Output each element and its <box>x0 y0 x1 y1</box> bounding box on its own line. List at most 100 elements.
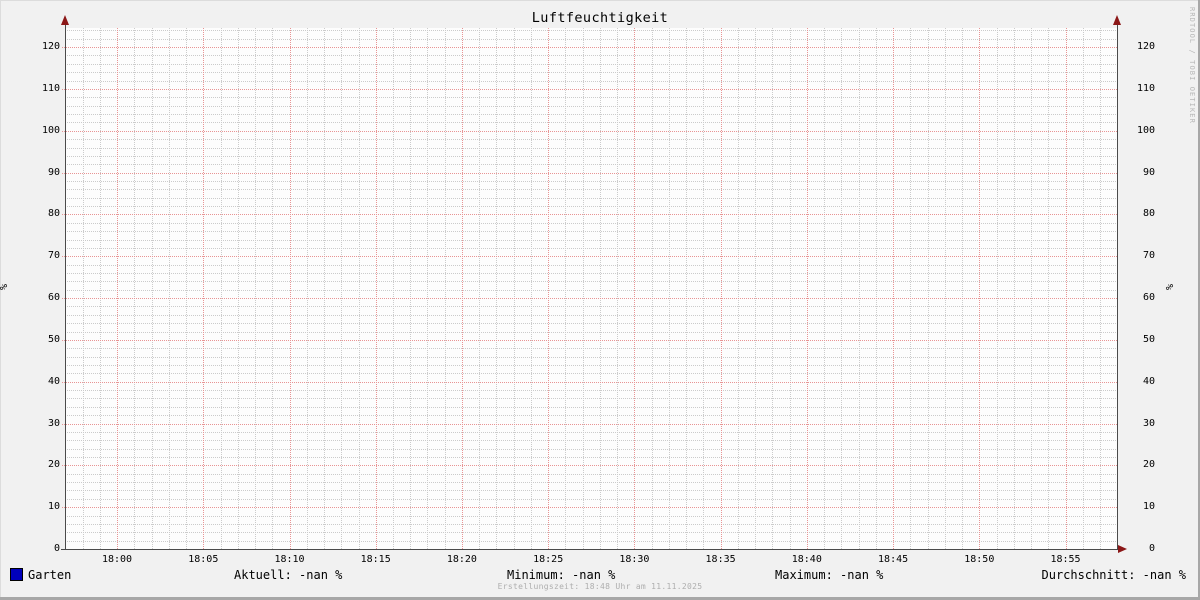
grid-minor-h <box>65 474 1117 475</box>
y-axis-arrow-left <box>61 15 69 25</box>
y-axis-label-left: 110 <box>18 84 60 94</box>
grid-minor-v <box>272 28 273 549</box>
y-axis-label-left: 10 <box>18 502 60 512</box>
grid-minor-v <box>962 28 963 549</box>
grid-major-h <box>62 47 1117 48</box>
grid-minor-v <box>134 28 135 549</box>
grid-minor-h <box>65 206 1117 207</box>
x-axis-label: 18:55 <box>1041 554 1091 565</box>
grid-minor-h <box>65 223 1117 224</box>
grid-minor-h <box>65 265 1117 266</box>
grid-minor-v <box>496 28 497 549</box>
grid-minor-v <box>928 28 929 549</box>
grid-minor-v <box>255 28 256 549</box>
grid-major-v <box>634 28 635 549</box>
grid-minor-h <box>65 332 1117 333</box>
grid-minor-h <box>65 122 1117 123</box>
grid-minor-h <box>65 449 1117 450</box>
stat-maximum: Maximum: -nan % <box>775 568 883 582</box>
x-axis-label: 18:05 <box>178 554 228 565</box>
grid-minor-h <box>65 323 1117 324</box>
grid-major-v <box>462 28 463 549</box>
grid-minor-h <box>65 532 1117 533</box>
grid-minor-h <box>65 398 1117 399</box>
grid-major-v <box>290 28 291 549</box>
grid-minor-h <box>65 440 1117 441</box>
y-axis-label-left: 100 <box>18 126 60 136</box>
y-axis-label-right: 80 <box>1123 209 1155 219</box>
x-axis-label: 18:45 <box>868 554 918 565</box>
grid-minor-h <box>65 524 1117 525</box>
grid-major-h <box>62 340 1117 341</box>
grid-major-v <box>376 28 377 549</box>
grid-minor-v <box>669 28 670 549</box>
grid-minor-h <box>65 181 1117 182</box>
grid-minor-v <box>1014 28 1015 549</box>
grid-minor-v <box>841 28 842 549</box>
legend: Garten Aktuell: -nan % Minimum: -nan % M… <box>0 568 1200 582</box>
grid-major-h <box>62 173 1117 174</box>
grid-minor-v <box>617 28 618 549</box>
y-axis-label-right: 10 <box>1123 502 1155 512</box>
y-axis-label-right: 100 <box>1123 126 1155 136</box>
grid-minor-v <box>945 28 946 549</box>
grid-minor-v <box>600 28 601 549</box>
grid-major-h <box>62 507 1117 508</box>
grid-minor-h <box>65 189 1117 190</box>
grid-minor-v <box>824 28 825 549</box>
y-axis-label-right: 120 <box>1123 42 1155 52</box>
grid-minor-v <box>997 28 998 549</box>
grid-minor-v <box>359 28 360 549</box>
grid-minor-v <box>427 28 428 549</box>
grid-major-v <box>721 28 722 549</box>
grid-minor-h <box>65 81 1117 82</box>
grid-minor-v <box>755 28 756 549</box>
chart-title: Luftfeuchtigkeit <box>0 10 1200 26</box>
grid-minor-v <box>876 28 877 549</box>
grid-minor-h <box>65 357 1117 358</box>
y-axis-label-left: 120 <box>18 42 60 52</box>
grid-minor-h <box>65 39 1117 40</box>
rrdtool-watermark: RRDTOOL / TOBI OETIKER <box>1188 7 1196 124</box>
grid-minor-v <box>152 28 153 549</box>
grid-minor-h <box>65 64 1117 65</box>
grid-minor-h <box>65 315 1117 316</box>
grid-minor-h <box>65 541 1117 542</box>
grid-major-h <box>62 256 1117 257</box>
grid-minor-v <box>772 28 773 549</box>
y-axis-label-right: 60 <box>1123 293 1155 303</box>
grid-minor-v <box>83 28 84 549</box>
x-axis-label: 18:50 <box>954 554 1004 565</box>
grid-minor-h <box>65 365 1117 366</box>
grid-minor-h <box>65 432 1117 433</box>
grid-minor-h <box>65 499 1117 500</box>
x-axis-label: 18:30 <box>609 554 659 565</box>
y-axis-label-left: 60 <box>18 293 60 303</box>
grid-major-h <box>62 424 1117 425</box>
grid-minor-h <box>65 231 1117 232</box>
x-axis-label: 18:00 <box>92 554 142 565</box>
y-axis-unit-left: % <box>0 284 11 290</box>
y-axis-label-right: 30 <box>1123 419 1155 429</box>
y-axis-label-left: 80 <box>18 209 60 219</box>
grid-minor-v <box>341 28 342 549</box>
grid-minor-v <box>169 28 170 549</box>
grid-minor-v <box>1048 28 1049 549</box>
grid-major-v <box>807 28 808 549</box>
grid-major-v <box>1066 28 1067 549</box>
grid-minor-v <box>186 28 187 549</box>
grid-minor-h <box>65 198 1117 199</box>
x-axis-label: 18:40 <box>782 554 832 565</box>
grid-major-v <box>548 28 549 549</box>
stat-minimum: Minimum: -nan % <box>507 568 615 582</box>
y-axis-left <box>65 20 66 550</box>
grid-minor-v <box>324 28 325 549</box>
y-axis-label-right: 40 <box>1123 377 1155 387</box>
grid-minor-v <box>531 28 532 549</box>
y-axis-label-right: 20 <box>1123 460 1155 470</box>
grid-minor-h <box>65 30 1117 31</box>
x-axis-label: 18:20 <box>437 554 487 565</box>
grid-major-v <box>203 28 204 549</box>
grid-minor-h <box>65 72 1117 73</box>
grid-major-h <box>62 298 1117 299</box>
